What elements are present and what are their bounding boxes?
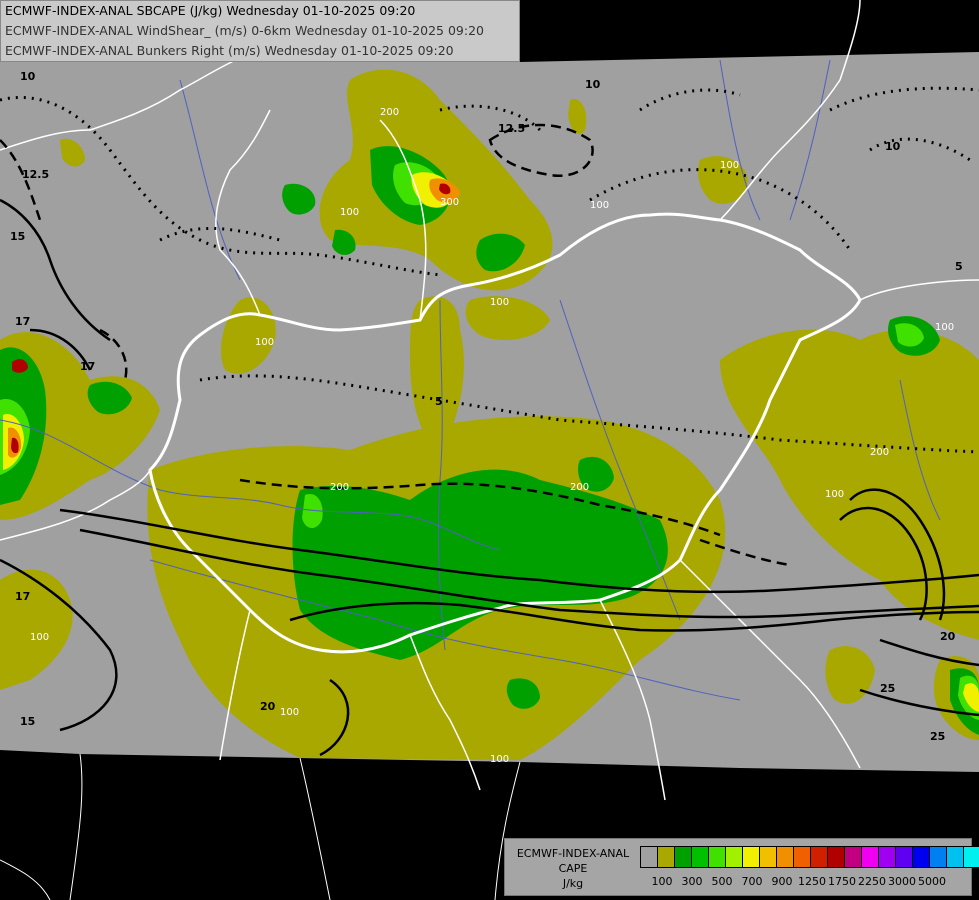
- label-shear-17c: 17: [15, 590, 30, 603]
- legend-title-unit: J/kg: [562, 877, 584, 890]
- label-cape-200b: 200: [870, 447, 889, 458]
- legend-title: ECMWF-INDEX-ANAL CAPE J/kg: [509, 846, 637, 891]
- legend-tick-label: 1250: [798, 875, 826, 888]
- map-header: ECMWF-INDEX-ANAL SBCAPE (J/kg) Wednesday…: [0, 0, 520, 62]
- legend-swatch: [776, 846, 794, 868]
- legend-swatch: [725, 846, 743, 868]
- label-cape-200d: 200: [330, 482, 349, 493]
- legend-tick-label: 300: [681, 875, 703, 888]
- label-cape-100j: 100: [825, 489, 844, 500]
- legend-tick-label: 100: [651, 875, 673, 888]
- label-bunkers-5b: 5: [435, 395, 443, 408]
- label-bunkers-12-5: 12.5: [498, 122, 525, 135]
- legend-tick-label: 1750: [828, 875, 856, 888]
- label-shear-15b: 15: [20, 715, 35, 728]
- legend-swatch: [844, 846, 862, 868]
- legend-swatch: [912, 846, 930, 868]
- legend-swatch: [827, 846, 845, 868]
- label-shear-25: 25: [880, 682, 895, 695]
- legend-tick-label: 2250: [858, 875, 886, 888]
- legend-swatches: [640, 846, 979, 868]
- label-cape-100i: 100: [935, 322, 954, 333]
- header-line-bunkers: ECMWF-INDEX-ANAL Bunkers Right (m/s) Wed…: [5, 43, 454, 58]
- label-shear-20: 20: [260, 700, 276, 713]
- legend-tick-label: 5000: [918, 875, 946, 888]
- label-shear-10: 10: [20, 70, 36, 83]
- header-line-windshear: ECMWF-INDEX-ANAL WindShear_ (m/s) 0-6km …: [5, 23, 484, 38]
- legend-title-variable: CAPE: [558, 862, 588, 875]
- label-cape-200: 200: [380, 107, 399, 118]
- label-cape-100: 100: [590, 200, 609, 211]
- legend-swatch: [657, 846, 675, 868]
- legend-swatch: [640, 846, 658, 868]
- legend-swatch: [708, 846, 726, 868]
- label-cape-300: 300: [440, 197, 459, 208]
- label-cape-100g: 100: [490, 754, 509, 765]
- label-shear-12-5: 12.5: [22, 168, 49, 181]
- legend-swatch: [793, 846, 811, 868]
- label-bunkers-10: 10: [885, 140, 901, 153]
- legend-swatch: [963, 846, 979, 868]
- legend-swatch: [674, 846, 692, 868]
- label-cape-100c: 100: [255, 337, 274, 348]
- legend-swatch: [742, 846, 760, 868]
- label-shear-15: 15: [10, 230, 25, 243]
- legend-tick-label: 500: [711, 875, 733, 888]
- legend-swatch: [895, 846, 913, 868]
- label-cape-100f: 100: [280, 707, 299, 718]
- label-shear-20b: 20: [940, 630, 956, 643]
- legend-swatch: [946, 846, 964, 868]
- legend-tick-label: 700: [741, 875, 763, 888]
- legend-ticks: 100 300 500 700 900 1250 1750 2250 3000 5000: [641, 875, 971, 889]
- legend-swatch: [929, 846, 947, 868]
- cape-legend: ECMWF-INDEX-ANAL CAPE J/kg 100 300 500 700 9…: [504, 838, 979, 896]
- legend-swatch: [691, 846, 709, 868]
- label-cape-100b: 100: [340, 207, 359, 218]
- legend-tick-label: 3000: [888, 875, 916, 888]
- label-cape-200c: 200: [570, 482, 589, 493]
- legend-swatch: [861, 846, 879, 868]
- label-shear-17b: 17: [80, 360, 95, 373]
- label-bunkers-5: 5: [955, 260, 963, 273]
- cape-map: 10 12.5 15 17 17 17 15 20 20 25 25 12.5 …: [0, 0, 979, 900]
- header-line-sbcape: ECMWF-INDEX-ANAL SBCAPE (J/kg) Wednesday…: [5, 3, 416, 18]
- label-cape-100d: 100: [490, 297, 509, 308]
- label-cape-100e: 100: [30, 632, 49, 643]
- legend-swatch: [810, 846, 828, 868]
- label-cape-100h: 100: [720, 160, 739, 171]
- label-shear-17: 17: [15, 315, 30, 328]
- legend-swatch: [878, 846, 896, 868]
- legend-swatch: [759, 846, 777, 868]
- legend-tick-label: 900: [771, 875, 793, 888]
- legend-title-model: ECMWF-INDEX-ANAL: [516, 847, 630, 860]
- label-bunkers-10b: 10: [585, 78, 601, 91]
- label-shear-25b: 25: [930, 730, 945, 743]
